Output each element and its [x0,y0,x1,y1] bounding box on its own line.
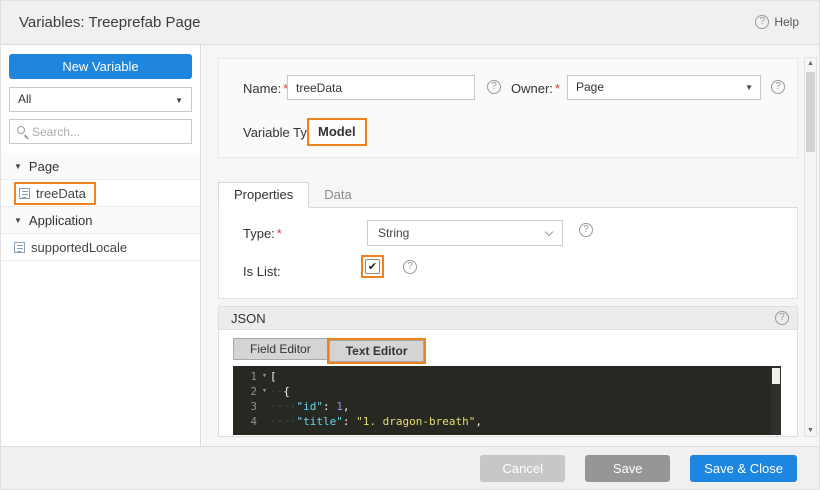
tree-group-label: Page [29,159,59,174]
highlight-box: Model [307,118,367,146]
tree-group-application[interactable]: Application [1,207,200,234]
variable-header-form: Name:* Owner:* Page Variable Type: Model [218,58,798,158]
scroll-down-icon[interactable] [805,427,816,434]
action-bar: Cancel Save Save & Close [1,446,819,489]
search-icon [17,126,25,134]
tree-item-label: treeData [36,186,86,201]
code-line: 1▾[ [233,369,781,384]
tree-group-label: Application [29,213,93,228]
help-link[interactable]: Help [755,15,799,29]
properties-panel: Type:* String Is List: [218,208,798,299]
json-help-icon[interactable] [775,311,789,325]
editor-scrollbar-thumb[interactable] [772,368,780,384]
code-line: 4····"title": "1. dragon-breath", [233,414,781,429]
new-variable-button[interactable]: New Variable [9,54,192,79]
code-line: 2▾··{ [233,384,781,399]
tree-item-label: supportedLocale [31,240,127,255]
variable-type-value: Model [318,124,356,139]
variable-icon [19,188,30,199]
cancel-button[interactable]: Cancel [480,455,565,482]
main-scrollbar[interactable] [804,57,817,437]
variables-dialog: Variables: Treeprefab Page Help New Vari… [0,0,820,490]
json-panel: JSON Field Editor Text Editor 1▾[2▾··{3·… [218,306,798,437]
type-help-icon[interactable] [579,223,593,237]
help-icon [755,15,769,29]
owner-label: Owner:* [511,81,560,96]
search-box [9,119,192,144]
scroll-up-icon[interactable] [805,60,816,67]
owner-select[interactable]: Page [567,75,761,100]
main-scrollbar-thumb[interactable] [806,72,815,152]
save-button[interactable]: Save [585,455,670,482]
title-bar: Variables: Treeprefab Page Help [1,1,819,45]
name-input[interactable] [287,75,475,100]
text-editor-button[interactable]: Text Editor [329,340,425,362]
json-panel-title: JSON [231,311,266,326]
tree-group-page[interactable]: Page [1,153,200,180]
editor-mode-toggle: Field Editor Text Editor [233,338,426,364]
required-asterisk: * [555,81,560,96]
save-and-close-button[interactable]: Save & Close [690,455,797,482]
scope-filter-dropdown[interactable]: All [9,87,192,112]
help-label: Help [774,15,799,29]
is-list-checkbox[interactable] [365,259,380,274]
owner-help-icon[interactable] [771,80,785,94]
name-label: Name:* [243,81,288,96]
highlight-box [361,255,384,278]
editor-scrollbar[interactable] [771,366,781,435]
type-value: String [378,226,409,240]
tab-properties[interactable]: Properties [218,182,309,208]
json-panel-header: JSON [219,307,797,330]
code-line: 3····"id": 1, [233,399,781,414]
tab-data[interactable]: Data [309,183,366,207]
variable-icon [14,242,25,253]
json-code-editor[interactable]: 1▾[2▾··{3····"id": 1,4····"title": "1. d… [233,366,781,435]
highlight-box: Text Editor [327,338,427,364]
type-label: Type:* [243,226,282,241]
chevron-down-icon [745,76,753,99]
scope-filter-value: All [18,92,31,106]
tree-item-treedata[interactable]: treeData [1,180,200,207]
chevron-down-icon [175,89,183,112]
caret-down-icon [14,161,22,172]
caret-down-icon [14,215,22,226]
owner-value: Page [576,80,604,94]
search-input[interactable] [32,121,187,142]
code-lines: 1▾[2▾··{3····"id": 1,4····"title": "1. d… [233,369,781,429]
page-title: Variables: Treeprefab Page [19,14,201,31]
chevron-down-icon [545,228,553,236]
name-help-icon[interactable] [487,80,501,94]
required-asterisk: * [277,226,282,241]
highlight-box: treeData [14,182,96,205]
variables-sidebar: New Variable All Page treeData Applicati [1,45,201,446]
is-list-help-icon[interactable] [403,260,417,274]
editor-tabs: Properties Data [218,184,798,208]
variable-editor-main: Name:* Owner:* Page Variable Type: Model… [202,45,819,446]
field-editor-button[interactable]: Field Editor [233,338,328,360]
type-select[interactable]: String [367,220,563,246]
variables-tree: Page treeData Application supportedLocal… [1,153,200,261]
is-list-label: Is List: [243,264,281,279]
tree-item-supportedlocale[interactable]: supportedLocale [1,234,200,261]
